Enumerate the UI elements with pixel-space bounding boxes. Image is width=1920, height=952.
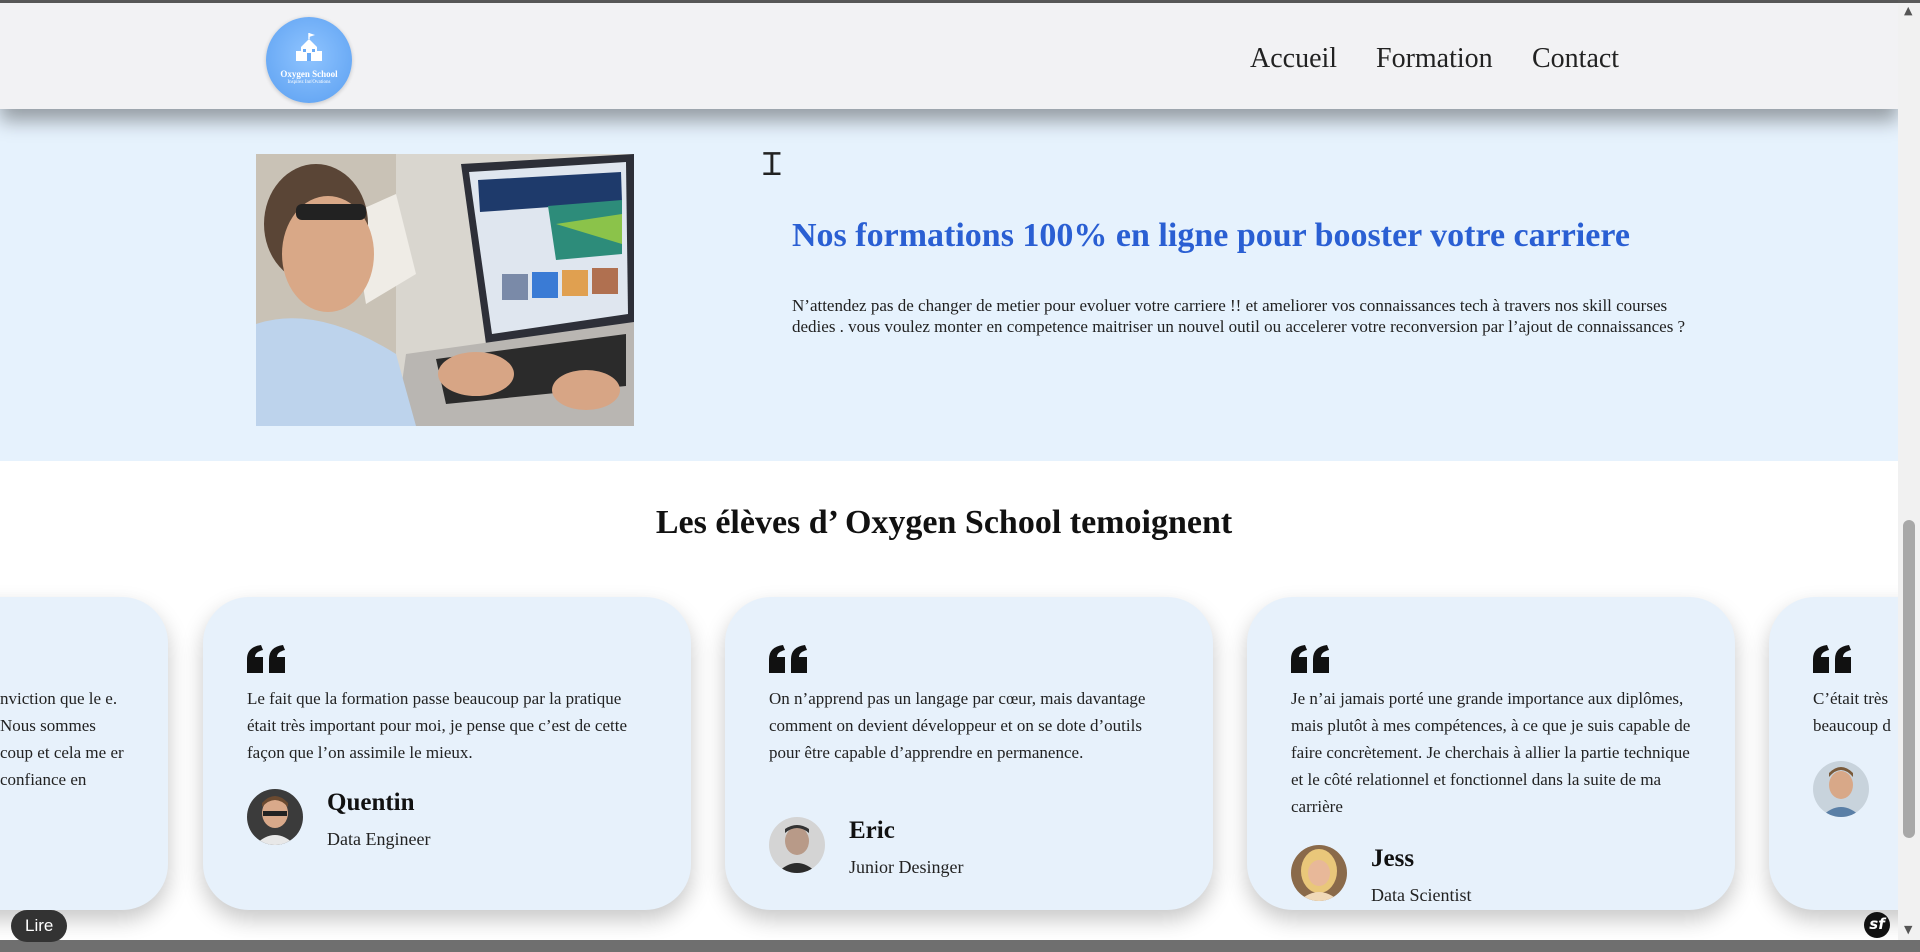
laptop-photo-illustration	[256, 154, 634, 426]
nav-formation[interactable]: Formation	[1376, 43, 1493, 75]
quote-icon	[1291, 645, 1329, 673]
testimonials-title: Les élèves d’ Oxygen School temoignent	[655, 504, 1233, 541]
testimonial-text: nviction que le e. Nous sommes coup et c…	[0, 689, 124, 789]
testimonial-card: Je n’ai jamais porté une grande importan…	[1247, 597, 1735, 910]
logo-tagline: Inspirez Inn'Ovations	[287, 80, 331, 85]
quote-icon	[769, 645, 807, 673]
testimonial-card: Le fait que la formation passe beaucoup …	[203, 597, 691, 910]
hero-image-laptop	[256, 154, 634, 426]
symfony-toolbar-badge[interactable]: sf	[1864, 912, 1890, 938]
person-role: Junior Desinger	[849, 857, 964, 877]
nav-accueil[interactable]: Accueil	[1250, 43, 1337, 75]
read-aloud-button[interactable]: Lire	[11, 910, 68, 942]
scrollbar-thumb[interactable]	[1903, 520, 1915, 838]
quote-icon	[247, 645, 285, 673]
avatar	[1813, 761, 1869, 817]
school-building-icon	[296, 33, 322, 61]
avatar	[769, 817, 825, 873]
person-role: Data Engineer	[327, 829, 431, 849]
person-name: Jess	[1371, 845, 1415, 872]
avatar	[1291, 845, 1347, 901]
scroll-up-arrow-icon[interactable]: ▲	[1904, 4, 1912, 17]
nav-contact[interactable]: Contact	[1532, 43, 1619, 75]
scroll-down-arrow-icon[interactable]: ▼	[1904, 923, 1912, 936]
person-name: Quentin	[327, 789, 415, 816]
hero-description: N’attendez pas de changer de metier pour…	[792, 296, 1686, 336]
testimonial-text: On n’apprend pas un langage par cœur, ma…	[769, 689, 1146, 762]
avatar	[247, 789, 303, 845]
testimonial-text: Le fait que la formation passe beaucoup …	[247, 689, 628, 762]
testimonial-text: Je n’ai jamais porté une grande importan…	[1291, 689, 1691, 816]
testimonial-card: On n’apprend pas un langage par cœur, ma…	[725, 597, 1213, 910]
hero-title: Nos formations 100% en ligne pour booste…	[792, 217, 1630, 254]
logo-name: Oxygen School	[280, 69, 338, 79]
vertical-scrollbar[interactable]: ▲ ▼	[1898, 0, 1920, 952]
site-header: Oxygen School Inspirez Inn'Ovations Accu…	[0, 3, 1898, 109]
person-name: Eric	[849, 817, 895, 844]
person-role: Data Scientist	[1371, 885, 1472, 905]
bottom-toolbar-strip	[0, 940, 1920, 952]
testimonial-text: C’était très beaucoup d	[1813, 689, 1891, 735]
page: Oxygen School Inspirez Inn'Ovations Accu…	[0, 0, 1898, 952]
testimonial-card: nviction que le e. Nous sommes coup et c…	[0, 597, 168, 910]
testimonial-card: C’était très beaucoup d	[1769, 597, 1898, 910]
site-logo[interactable]: Oxygen School Inspirez Inn'Ovations	[266, 17, 352, 103]
quote-icon	[1813, 645, 1851, 673]
text-cursor-icon: Ɪ	[763, 145, 781, 183]
hero-section: Nos formations 100% en ligne pour booste…	[0, 109, 1898, 461]
